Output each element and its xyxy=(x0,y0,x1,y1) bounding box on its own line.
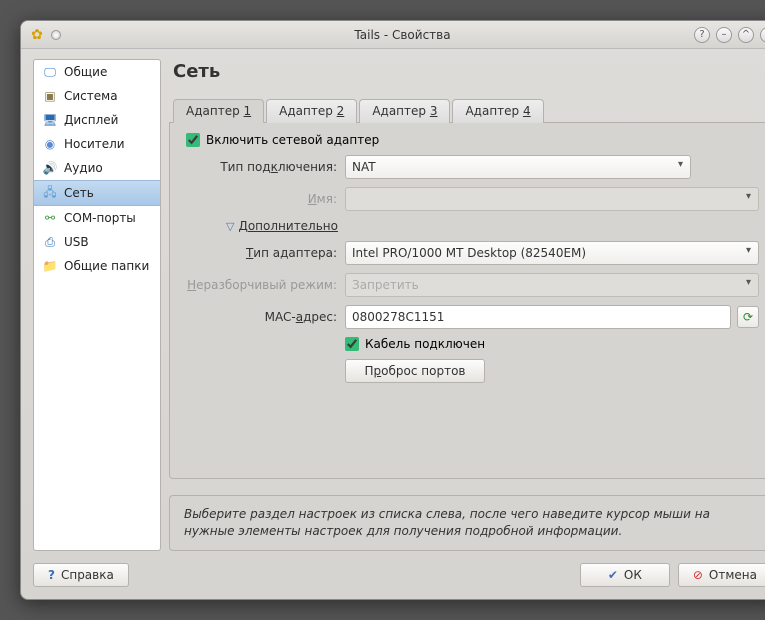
cable-connected-checkbox[interactable] xyxy=(345,337,359,351)
sidebar-item-disc[interactable]: ◉ Носители xyxy=(34,132,160,156)
tab-adapter-3[interactable]: Адаптер 3 xyxy=(359,99,450,123)
name-label: Имя: xyxy=(182,192,337,206)
advanced-disclosure[interactable]: ▽ Дополнительно xyxy=(182,219,759,233)
sidebar-item-monitor[interactable]: 🖵 Общие xyxy=(34,60,160,84)
window-title: Tails - Свойства xyxy=(21,28,765,42)
serial-icon: ⚯ xyxy=(42,210,58,226)
chevron-down-icon: ▽ xyxy=(226,220,234,233)
ok-button[interactable]: ✔ ОК xyxy=(580,563,670,587)
settings-sidebar: 🖵 Общие ▣ Система 🖥 Дисплей ◉ Носители 🔊 Аудио 🖧 Се… xyxy=(33,59,161,551)
tab-adapter-1[interactable]: Адаптер 1 xyxy=(173,99,264,123)
promiscuous-mode-select: Запретить xyxy=(345,273,759,297)
sidebar-item-speaker[interactable]: 🔊 Аудио xyxy=(34,156,160,180)
settings-window: ✿ Tails - Свойства ? – ^ × 🖵 Общие ▣ Систем… xyxy=(20,20,765,600)
hint-box: Выберите раздел настроек из списка слева… xyxy=(169,495,765,551)
sidebar-item-network[interactable]: 🖧 Сеть xyxy=(34,180,160,206)
sidebar-item-label: Сеть xyxy=(64,186,94,200)
tab-adapter-4[interactable]: Адаптер 4 xyxy=(452,99,543,123)
tab-adapter-2[interactable]: Адаптер 2 xyxy=(266,99,357,123)
mac-address-label: MAC-адрес: xyxy=(182,310,337,324)
port-forwarding-button[interactable]: Проброс портов xyxy=(345,359,485,383)
cable-connected-label: Кабель подключен xyxy=(365,337,485,351)
sidebar-item-label: Общие xyxy=(64,65,107,79)
sidebar-item-label: Носители xyxy=(64,137,125,151)
mac-refresh-button[interactable]: ⟳ xyxy=(737,306,759,328)
connection-type-select[interactable]: NAT xyxy=(345,155,691,179)
sidebar-item-label: Система xyxy=(64,89,118,103)
sidebar-item-label: USB xyxy=(64,235,89,249)
speaker-icon: 🔊 xyxy=(42,160,58,176)
titlebar: ✿ Tails - Свойства ? – ^ × xyxy=(21,21,765,49)
folder-icon: 📁 xyxy=(42,258,58,274)
sidebar-item-folder[interactable]: 📁 Общие папки xyxy=(34,254,160,278)
app-icon: ✿ xyxy=(29,27,45,43)
monitor-icon: 🖵 xyxy=(42,64,58,80)
sidebar-item-label: COM-порты xyxy=(64,211,136,225)
close-button[interactable]: × xyxy=(760,27,765,43)
maximize-button[interactable]: ^ xyxy=(738,27,754,43)
sidebar-item-serial[interactable]: ⚯ COM-порты xyxy=(34,206,160,230)
sidebar-item-label: Дисплей xyxy=(64,113,118,127)
minimize-button[interactable]: – xyxy=(716,27,732,43)
adapter-tabs: Адаптер 1Адаптер 2Адаптер 3Адаптер 4 xyxy=(169,98,765,123)
network-icon: 🖧 xyxy=(42,185,58,201)
help-titlebar-button[interactable]: ? xyxy=(694,27,710,43)
promiscuous-mode-label: Неразборчивый режим: xyxy=(182,278,337,292)
help-button[interactable]: ? Справка xyxy=(33,563,129,587)
adapter-type-select[interactable]: Intel PRO/1000 MT Desktop (82540EM) xyxy=(345,241,759,265)
sidebar-item-label: Общие папки xyxy=(64,259,149,273)
cancel-button[interactable]: ⊘ Отмена xyxy=(678,563,765,587)
sidebar-item-label: Аудио xyxy=(64,161,103,175)
enable-adapter-checkbox[interactable] xyxy=(186,133,200,147)
dialog-footer: ? Справка ✔ ОК ⊘ Отмена xyxy=(21,551,765,599)
name-select xyxy=(345,187,759,211)
disc-icon: ◉ xyxy=(42,136,58,152)
enable-adapter-label: Включить сетевой адаптер xyxy=(206,133,379,147)
usb-icon: ⎙ xyxy=(42,234,58,250)
adapter-type-label: Тип адаптера: xyxy=(182,246,337,260)
display-icon: 🖥 xyxy=(42,112,58,128)
sidebar-item-display[interactable]: 🖥 Дисплей xyxy=(34,108,160,132)
mac-address-input[interactable] xyxy=(345,305,731,329)
page-title: Сеть xyxy=(169,59,765,90)
connection-type-label: Тип подключения: xyxy=(182,160,337,174)
refresh-icon: ⟳ xyxy=(743,310,753,324)
chip-icon: ▣ xyxy=(42,88,58,104)
sidebar-item-chip[interactable]: ▣ Система xyxy=(34,84,160,108)
adapter-panel: Включить сетевой адаптер Тип подключения… xyxy=(169,123,765,479)
sidebar-item-usb[interactable]: ⎙ USB xyxy=(34,230,160,254)
pin-button[interactable] xyxy=(51,30,61,40)
